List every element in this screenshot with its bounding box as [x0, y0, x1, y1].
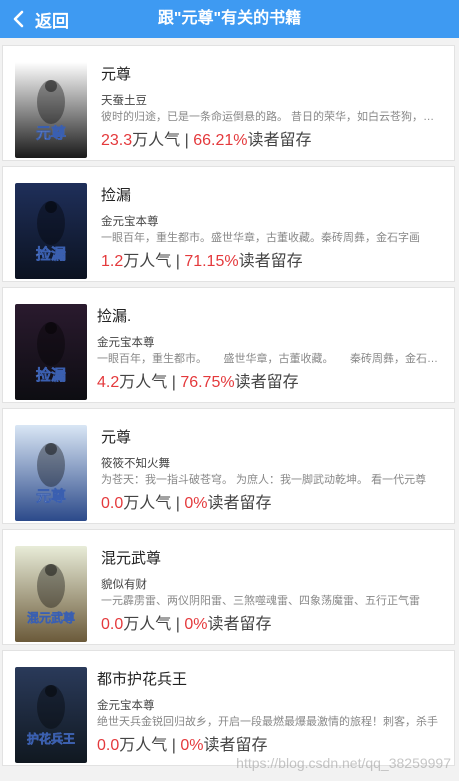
retention-label: 读者留存	[238, 253, 303, 270]
book-description: 彼时的归途，已是一条命运倒悬的路。 昔日的荣华，如白云苍狗，恐大梦一场	[101, 111, 444, 123]
retention-value: 0%	[184, 616, 208, 633]
book-title[interactable]: 都市护花兵王	[97, 669, 444, 691]
popularity-value: 23.3	[101, 132, 133, 149]
book-card[interactable]: 混元武尊 混元武尊 貌似有财 一元霹雳雷、两仪阴阳雷、三煞噬魂雷、四象荡魔雷、五行正气…	[2, 529, 455, 645]
book-title[interactable]: 元尊	[101, 64, 444, 86]
page-title: 跟"元尊"有关的书籍	[157, 10, 302, 27]
retention-label: 读者留存	[247, 132, 312, 149]
stats-separator: |	[171, 616, 185, 633]
book-card[interactable]: 元尊 元尊 筱筱不知火舞 为苍天：我一指斗破苍穹。 为庶人：我一脚武动乾坤。 看一代元…	[2, 408, 455, 524]
watermark: https://blog.csdn.net/qq_38259997	[236, 755, 451, 771]
book-info: 元尊筱筱不知火舞为苍天：我一指斗破苍穹。 为庶人：我一脚武动乾坤。 看一代元尊 0…	[101, 425, 444, 514]
book-title[interactable]: 元尊	[101, 427, 444, 449]
book-stats: 4.2万人气 | 76.75%读者留存	[97, 373, 444, 393]
stats-separator: |	[167, 737, 181, 754]
retention-value: 76.75%	[180, 374, 235, 391]
book-info: 捡漏金元宝本尊一眼百年，重生都市。盛世华章，古董收藏。秦砖周彝，金石字画 1.2万…	[101, 183, 444, 272]
book-description: 一眼百年，重生都市。 盛世华章，古董收藏。 秦砖周彝，金石字画	[97, 353, 444, 365]
cover-title-art: 护花兵王	[27, 731, 75, 746]
book-description: 为苍天：我一指斗破苍穹。 为庶人：我一脚武动乾坤。 看一代元尊	[101, 474, 427, 486]
popularity-value: 1.2	[101, 253, 124, 270]
stats-separator: |	[167, 374, 181, 391]
book-cover[interactable]: 混元武尊	[15, 546, 87, 642]
popularity-value: 0.0	[101, 616, 124, 633]
book-info: 捡漏. 金元宝本尊一眼百年，重生都市。 盛世华章，古董收藏。 秦砖周彝，金石字画 4…	[97, 304, 444, 393]
cover-title-art: 元尊	[36, 487, 66, 505]
popularity-unit: 万人气	[123, 253, 172, 270]
retention-value: 0%	[184, 495, 208, 512]
book-stats: 0.0万人气 | 0%读者留存	[101, 494, 444, 514]
book-cover[interactable]: 元尊	[15, 425, 87, 521]
popularity-unit: 万人气	[123, 495, 172, 512]
book-description: 绝世天兵金锐回归故乡，开启一段最燃最爆最激情的旅程！刺客，杀手	[97, 716, 438, 728]
popularity-value: 0.0	[97, 737, 120, 754]
book-cover[interactable]: 捡漏	[15, 183, 87, 279]
book-info: 都市护花兵王金元宝本尊绝世天兵金锐回归故乡，开启一段最燃最爆最激情的旅程！刺客，…	[97, 667, 444, 756]
popularity-unit: 万人气	[132, 132, 181, 149]
cover-title-art: 混元武尊	[27, 610, 75, 625]
cover-title-art: 元尊	[36, 124, 66, 142]
top-bar: 返回 跟"元尊"有关的书籍	[0, 0, 459, 38]
book-cover[interactable]: 捡漏	[15, 304, 87, 400]
book-cover[interactable]: 元尊	[15, 62, 87, 158]
book-card[interactable]: 护花兵王 都市护花兵王金元宝本尊绝世天兵金锐回归故乡，开启一段最燃最爆最激情的旅程…	[2, 650, 455, 766]
popularity-unit: 万人气	[119, 737, 168, 754]
retention-label: 读者留存	[207, 495, 272, 512]
book-stats: 23.3万人气 | 66.21%读者留存	[101, 131, 444, 151]
book-author: 金元宝本尊	[97, 337, 155, 349]
retention-label: 读者留存	[203, 737, 268, 754]
book-description: 一眼百年，重生都市。盛世华章，古董收藏。秦砖周彝，金石字画	[101, 232, 420, 244]
book-author: 筱筱不知火舞	[101, 458, 170, 470]
cover-title-art: 捡漏	[36, 366, 66, 384]
retention-label: 读者留存	[234, 374, 299, 391]
stats-separator: |	[171, 495, 185, 512]
book-info: 混元武尊貌似有财一元霹雳雷、两仪阴阳雷、三煞噬魂雷、四象荡魔雷、五行正气雷 0.0…	[101, 546, 444, 635]
stats-separator: |	[180, 132, 194, 149]
stats-separator: |	[171, 253, 185, 270]
book-author: 金元宝本尊	[97, 700, 155, 712]
popularity-unit: 万人气	[119, 374, 168, 391]
cover-title-art: 捡漏	[36, 245, 66, 263]
book-card[interactable]: 捡漏 捡漏 金元宝本尊 一眼百年，重生都市。盛世华章，古董收藏。秦砖周彝，金石字画 1.…	[2, 166, 455, 282]
retention-value: 66.21%	[193, 132, 248, 149]
book-card[interactable]: 元尊 元尊 天蚕土豆 彼时的归途，已是一条命运倒悬的路。 昔日的荣华，如白云苍狗，恐大…	[2, 45, 455, 161]
book-stats: 0.0万人气 | 0%读者留存	[101, 615, 444, 635]
book-stats: 1.2万人气 | 71.15%读者留存	[101, 252, 444, 272]
book-title[interactable]: 捡漏.	[97, 306, 444, 328]
book-author: 天蚕土豆	[101, 95, 147, 107]
retention-value: 0%	[180, 737, 204, 754]
book-author: 金元宝本尊	[101, 216, 159, 228]
book-card[interactable]: 捡漏 捡漏. 金元宝本尊一眼百年，重生都市。 盛世华章，古董收藏。 秦砖周彝，金石字…	[2, 287, 455, 403]
book-title[interactable]: 混元武尊	[101, 548, 444, 570]
retention-label: 读者留存	[207, 616, 272, 633]
book-description: 一元霹雳雷、两仪阴阳雷、三煞噬魂雷、四象荡魔雷、五行正气雷	[101, 595, 420, 607]
book-cover[interactable]: 护花兵王	[15, 667, 87, 763]
popularity-value: 4.2	[97, 374, 120, 391]
book-stats: 0.0万人气 | 0%读者留存	[97, 736, 444, 756]
book-info: 元尊天蚕土豆彼时的归途，已是一条命运倒悬的路。 昔日的荣华，如白云苍狗，恐大梦一…	[101, 62, 444, 151]
book-title[interactable]: 捡漏	[101, 185, 444, 207]
popularity-unit: 万人气	[123, 616, 172, 633]
popularity-value: 0.0	[101, 495, 124, 512]
book-author: 貌似有财	[101, 579, 147, 591]
retention-value: 71.15%	[184, 253, 239, 270]
